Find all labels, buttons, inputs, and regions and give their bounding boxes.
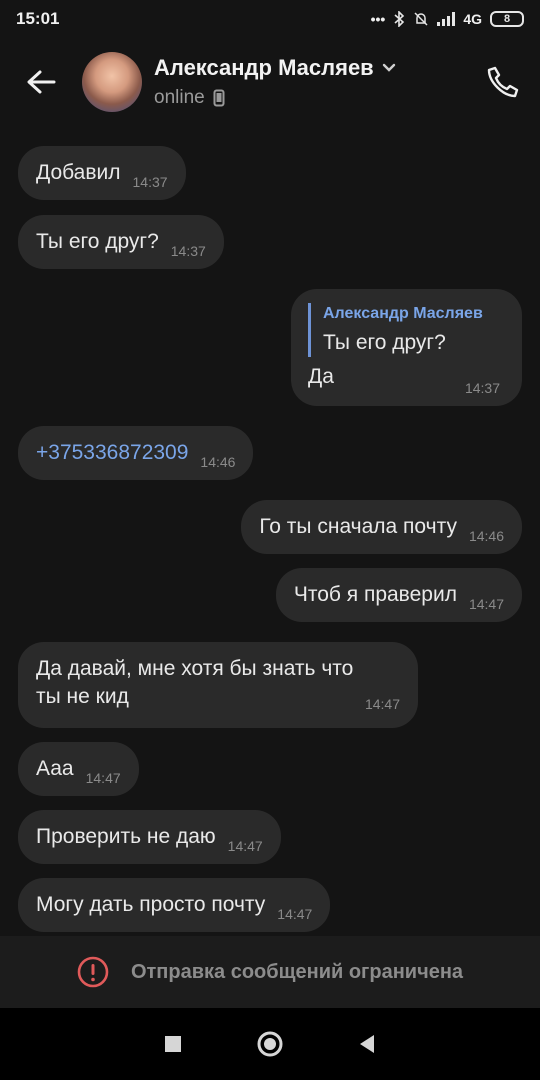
message-list[interactable]: Добавил 14:37 Ты его друг? 14:37 Александр… — [0, 126, 540, 936]
silent-bell-icon — [414, 12, 428, 26]
reply-quote[interactable]: Александр Масляев Ты его друг? — [308, 303, 502, 357]
avatar[interactable] — [82, 52, 142, 112]
message-bubble-incoming[interactable]: Проверить не даю 14:47 — [18, 810, 281, 864]
restricted-text: Отправка сообщений ограничена — [130, 960, 464, 983]
status-indicators: ••• 4G 8 — [371, 11, 524, 27]
message-text: Го ты сначала почту — [259, 515, 457, 538]
back-arrow-icon — [27, 70, 56, 94]
message-text-line: Да давай, мне хотя бы знать что — [36, 657, 354, 680]
status-bar: 15:01 ••• 4G 8 — [0, 0, 540, 38]
message-text: Могу дать просто почту — [36, 893, 266, 916]
message-bubble-outgoing[interactable]: Чтоб я праверил 14:47 — [275, 568, 522, 622]
call-button[interactable] — [466, 38, 540, 126]
message-bubble-outgoing[interactable]: Александр Масляев Ты его друг? Да 14:37 — [291, 289, 522, 406]
back-button[interactable] — [0, 38, 82, 126]
system-nav-bar — [0, 1008, 540, 1080]
message-time: 14:47 — [277, 906, 313, 922]
mobile-device-icon — [213, 89, 225, 107]
message-bubble-incoming[interactable]: Ааа 14:47 — [18, 742, 139, 796]
message-time: 14:47 — [468, 596, 504, 612]
message-time: 14:37 — [464, 379, 500, 396]
message-text: Добавил — [36, 161, 121, 184]
contact-name: Александр Масляев — [154, 55, 374, 80]
contact-info[interactable]: Александр Масляев online — [154, 55, 466, 109]
message-time: 14:46 — [200, 454, 236, 470]
message-text: Чтоб я праверил — [293, 583, 457, 606]
message-time: 14:37 — [170, 243, 206, 259]
presence-status: online — [154, 87, 205, 108]
message-bubble-incoming[interactable]: Ты его друг? 14:37 — [18, 215, 224, 269]
message-text-line: ты не кид — [36, 685, 129, 709]
message-bubble-outgoing[interactable]: Го ты сначала почту 14:46 — [241, 500, 522, 554]
dots-icon: ••• — [370, 11, 386, 27]
alert-icon — [77, 956, 109, 988]
signal-icon — [437, 12, 456, 26]
bluetooth-icon — [394, 11, 405, 27]
nav-home-icon[interactable] — [256, 1030, 284, 1058]
message-text: Ты его друг? — [36, 230, 159, 253]
message-bubble-incoming[interactable]: +375336872309 14:46 — [18, 426, 254, 480]
battery-icon: 8 — [490, 11, 524, 27]
message-text: Ааа — [36, 757, 74, 780]
message-text: Проверить не даю — [36, 825, 216, 848]
chevron-down-icon — [382, 63, 395, 72]
message-bubble-incoming[interactable]: Да давай, мне хотя бы знать что ты не ки… — [18, 642, 418, 728]
phone-icon — [487, 66, 519, 98]
message-time: 14:47 — [364, 696, 400, 713]
messaging-restricted-bar: Отправка сообщений ограничена — [0, 936, 540, 1008]
message-time: 14:46 — [468, 528, 504, 544]
nav-back-icon[interactable] — [358, 1034, 376, 1054]
nav-recents-icon[interactable] — [164, 1035, 182, 1053]
reply-text: Ты его друг? — [323, 330, 446, 354]
network-type: 4G — [463, 11, 482, 27]
chat-header: Александр Масляев online — [0, 38, 540, 126]
message-bubble-incoming[interactable]: Могу дать просто почту 14:47 — [18, 878, 331, 932]
message-time: 14:47 — [85, 770, 121, 786]
message-text: Да — [308, 364, 334, 388]
phone-number-link[interactable]: +375336872309 — [36, 441, 188, 464]
reply-author: Александр Масляев — [323, 305, 483, 322]
message-time: 14:37 — [132, 174, 168, 190]
message-time: 14:47 — [227, 838, 263, 854]
status-time: 15:01 — [16, 9, 60, 28]
message-bubble-incoming[interactable]: Добавил 14:37 — [18, 146, 186, 200]
